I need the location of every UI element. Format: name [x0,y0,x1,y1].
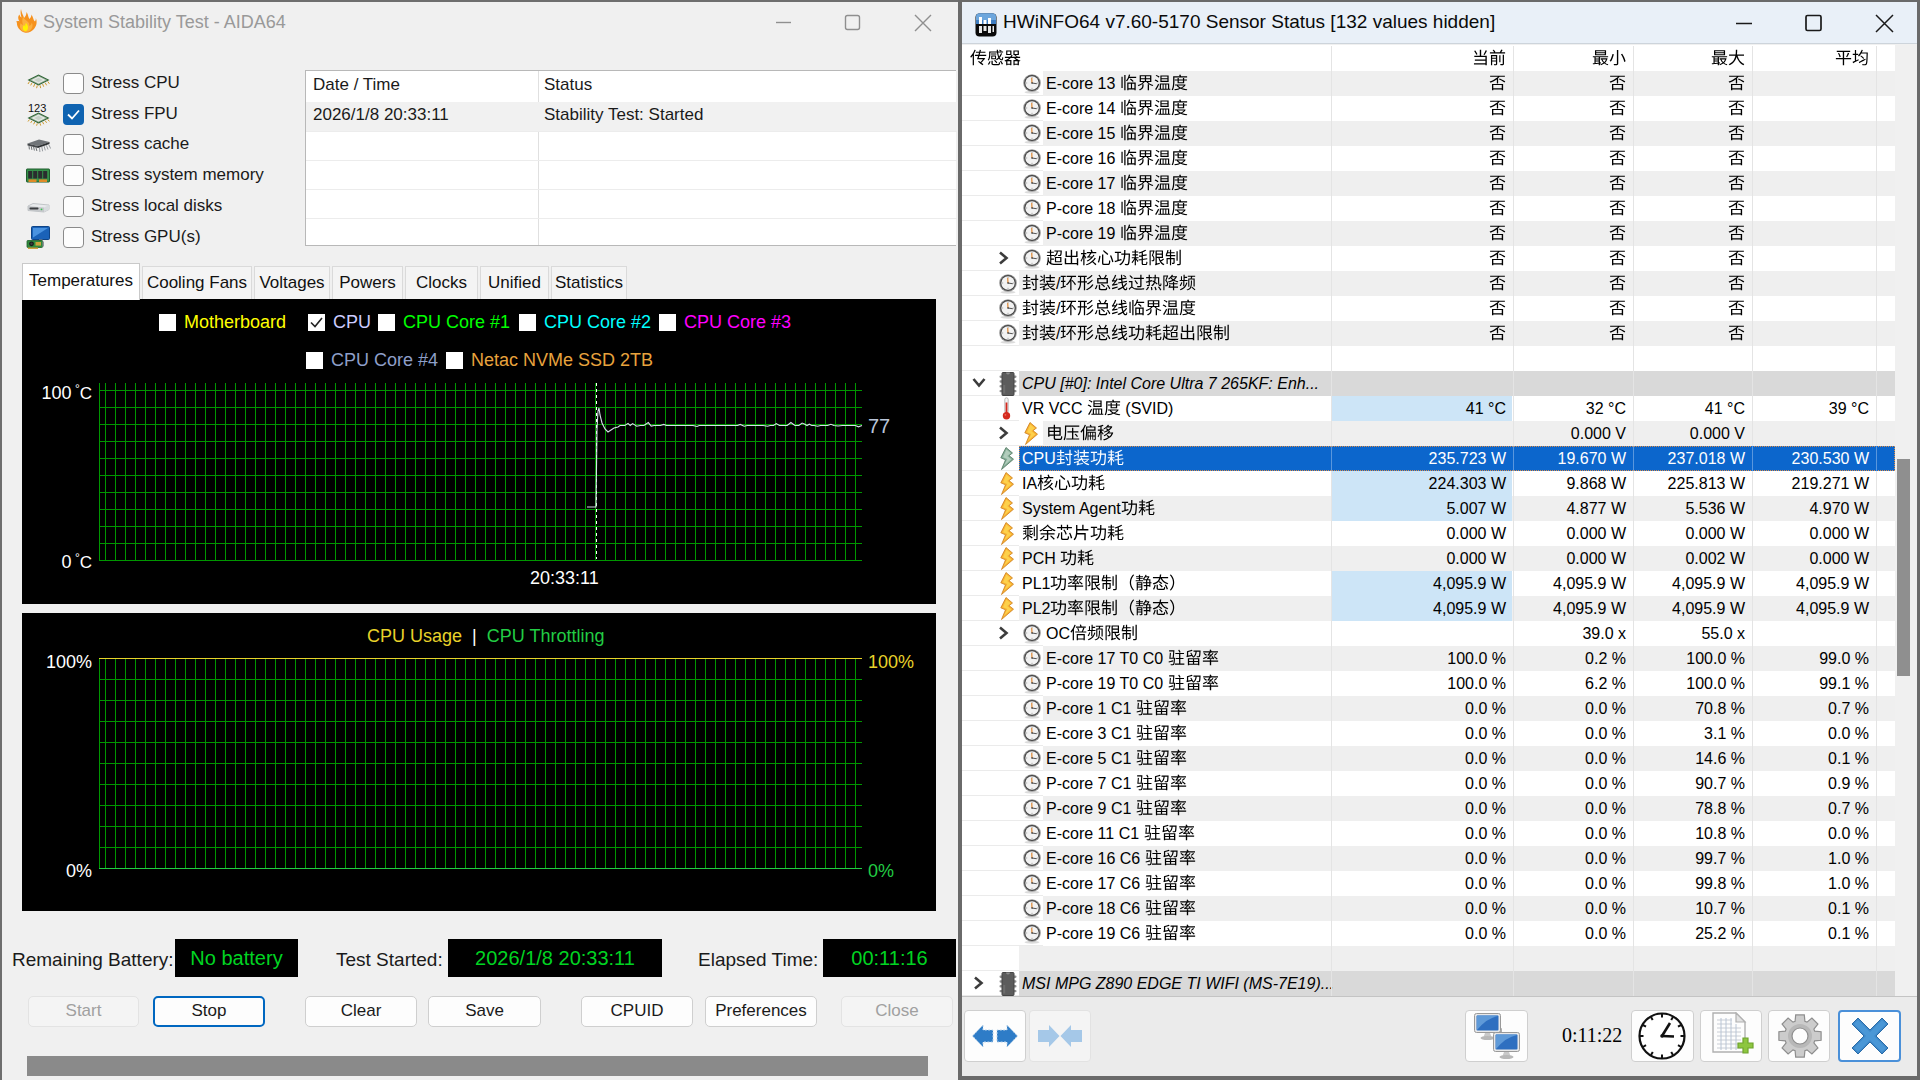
svg-text:123: 123 [28,102,46,114]
